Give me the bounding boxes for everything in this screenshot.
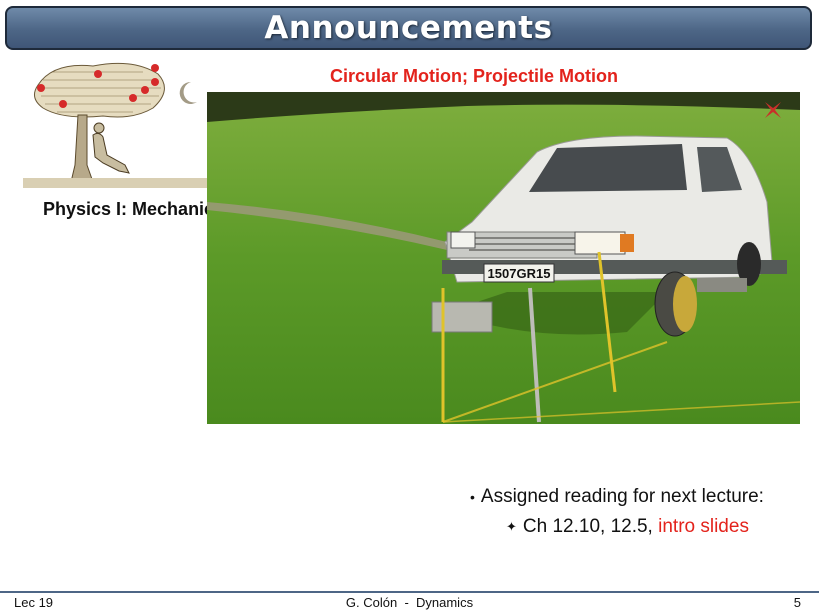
intro-slides-link[interactable]: intro slides (658, 516, 749, 538)
title-bar: Announcements (5, 6, 812, 50)
assigned-reading-label: Assigned reading for next lecture: (480, 486, 764, 507)
reading-bullets: • Assigned reading for next lecture: ✦ C… (470, 486, 764, 538)
license-plate: 1507GR15 (488, 266, 551, 281)
footer-course-name: G. Colón - Dynamics (345, 595, 474, 610)
car-on-grass-photo: 1507GR15 (207, 92, 800, 424)
sparkle-bullet-icon: ✦ (506, 519, 517, 534)
footer-page-number: 5 (793, 595, 801, 610)
course-title: Physics I: Mechanics (43, 199, 223, 219)
bullet-dot-icon: • (470, 489, 475, 505)
footer-divider (0, 591, 819, 593)
lecture-subtitle: Circular Motion; Projectile Motion (330, 66, 619, 86)
sub-bullet-sections: ✦ Ch 12.10, 12.5, intro slides (470, 516, 764, 538)
reading-sections: Ch 12.10, 12.5, (522, 516, 653, 537)
bullet-assigned-reading: • Assigned reading for next lecture: (470, 486, 764, 508)
newton-apple-tree-logo (23, 62, 208, 188)
page-title: Announcements (264, 10, 553, 46)
